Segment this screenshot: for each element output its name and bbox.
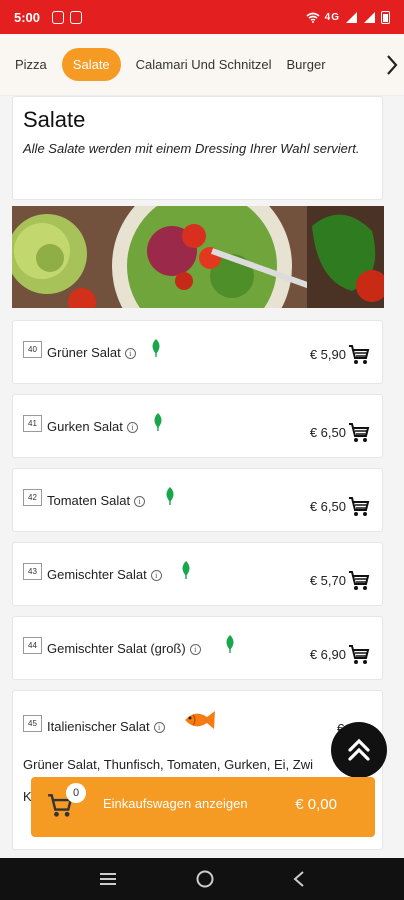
- signal-icon-2: [364, 11, 375, 23]
- item-price: € 6,50: [309, 499, 346, 514]
- notification-icons: [52, 10, 83, 24]
- leaf-icon: [166, 487, 174, 505]
- info-icon[interactable]: i: [150, 570, 162, 582]
- leaf-icon: [226, 635, 234, 653]
- item-name-text: Gemischter Salat: [47, 567, 147, 582]
- menu-item[interactable]: 40 Grüner Salat i € 5,90: [12, 320, 383, 384]
- system-nav-bar: [0, 858, 404, 900]
- cart-label: Einkaufswagen anzeigen: [103, 796, 248, 811]
- item-name-text: Gurken Salat: [47, 419, 123, 434]
- cart-total: € 0,00: [295, 796, 337, 813]
- home-icon[interactable]: [195, 869, 215, 889]
- scroll-to-top-button[interactable]: [331, 722, 387, 778]
- wifi-icon: [306, 12, 320, 23]
- tab-salate[interactable]: Salate: [61, 48, 121, 81]
- item-name: Grüner Salat i: [47, 345, 136, 360]
- battery-icon: [381, 10, 390, 24]
- cart-count-badge: 0: [66, 783, 86, 803]
- leaf-icon: [182, 561, 190, 579]
- item-name-text: Gemischter Salat (groß): [47, 641, 186, 656]
- menu-item[interactable]: 42 Tomaten Salat i € 6,50: [12, 468, 383, 532]
- add-to-cart-icon[interactable]: [348, 344, 370, 366]
- menu-item[interactable]: 43 Gemischter Salat i € 5,70: [12, 542, 383, 606]
- item-name-text: Italienischer Salat: [47, 719, 150, 734]
- item-price: € 5,90: [309, 347, 346, 362]
- leaf-icon: [154, 413, 162, 431]
- system-icons: 4G: [306, 10, 390, 24]
- menu-item[interactable]: 41 Gurken Salat i € 6,50: [12, 394, 383, 458]
- salad-banner-image: [12, 206, 384, 308]
- info-icon[interactable]: i: [124, 348, 136, 360]
- tab-pizza[interactable]: Pizza: [15, 57, 47, 72]
- notification-icon: [70, 10, 83, 24]
- add-to-cart-icon[interactable]: [348, 496, 370, 518]
- tab-calamari-und-schnitzel[interactable]: Calamari Und Schnitzel: [136, 57, 272, 72]
- tab-burger[interactable]: Burger: [287, 57, 326, 72]
- item-number: 42: [23, 489, 42, 506]
- chevron-right-icon[interactable]: [380, 48, 404, 82]
- item-price: € 6,50: [309, 425, 346, 440]
- item-name-text: Grüner Salat: [47, 345, 121, 360]
- menu-item[interactable]: 44 Gemischter Salat (groß) i € 6,90: [12, 616, 383, 680]
- item-name: Gemischter Salat i: [47, 567, 162, 582]
- fish-icon: [185, 711, 215, 729]
- info-icon[interactable]: i: [126, 422, 138, 434]
- add-to-cart-icon[interactable]: [348, 644, 370, 666]
- info-icon[interactable]: i: [134, 496, 146, 508]
- info-icon[interactable]: i: [189, 644, 201, 656]
- section-description: Alle Salate werden mit einem Dressing Ih…: [23, 141, 360, 156]
- item-number: 40: [23, 341, 42, 358]
- item-price: € 5,70: [309, 573, 346, 588]
- section-header: Salate Alle Salate werden mit einem Dres…: [12, 96, 383, 200]
- status-time: 5:00: [14, 9, 41, 25]
- leaf-icon: [152, 339, 160, 357]
- item-name: Gurken Salat i: [47, 419, 138, 434]
- double-chevron-up-icon: [348, 738, 370, 761]
- item-name-text: Tomaten Salat: [47, 493, 131, 508]
- item-number: 41: [23, 415, 42, 432]
- view-cart-button[interactable]: 0 Einkaufswagen anzeigen € 0,00: [31, 777, 375, 837]
- item-number: 43: [23, 563, 42, 580]
- network-type: 4G: [324, 11, 340, 23]
- item-price: € 6,90: [309, 647, 346, 662]
- info-icon[interactable]: i: [153, 722, 165, 734]
- notification-icon: [52, 10, 65, 24]
- item-name: Italienischer Salat i: [47, 719, 165, 734]
- item-description: Grüner Salat, Thunfisch, Tomaten, Gurken…: [23, 757, 313, 772]
- add-to-cart-icon[interactable]: [348, 570, 370, 592]
- recent-apps-icon[interactable]: [98, 871, 118, 887]
- status-bar: 5:00 4G: [0, 0, 404, 34]
- back-icon[interactable]: [292, 870, 306, 888]
- signal-icon: [346, 11, 357, 23]
- item-number: 44: [23, 637, 42, 654]
- add-to-cart-icon[interactable]: [348, 422, 370, 444]
- category-tabs: Pizza Salate Calamari Und Schnitzel Burg…: [0, 34, 404, 96]
- item-number: 45: [23, 715, 42, 732]
- section-title: Salate: [23, 107, 86, 132]
- item-name: Tomaten Salat i: [47, 493, 146, 508]
- item-name: Gemischter Salat (groß) i: [47, 641, 201, 656]
